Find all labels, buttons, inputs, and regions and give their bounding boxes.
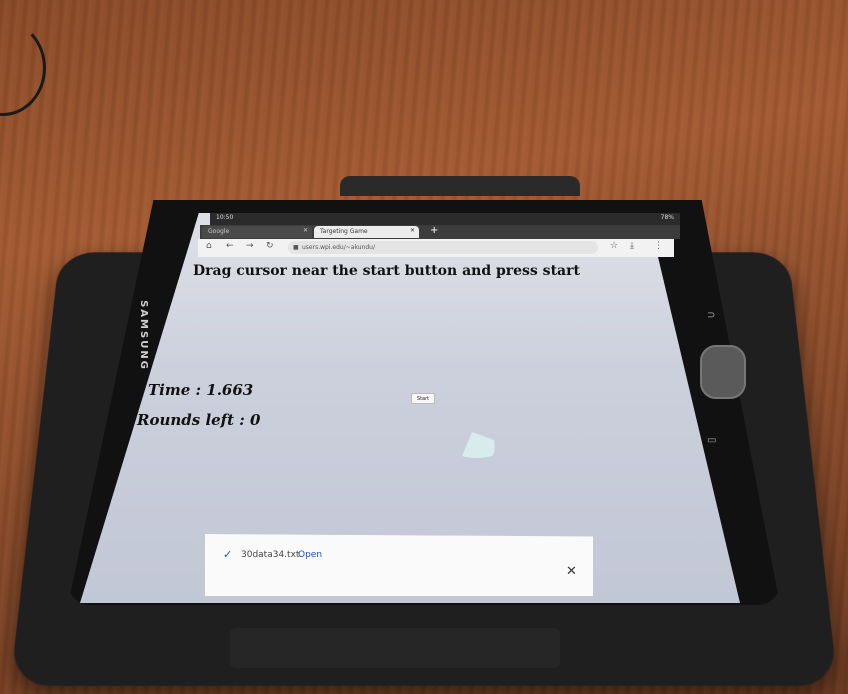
reload-icon[interactable]: ↻ [266, 241, 274, 251]
download-complete-icon: ✓ [223, 548, 233, 561]
close-icon[interactable]: ✕ [303, 227, 308, 234]
rounds-left-readout: Rounds left : 0 [137, 411, 261, 429]
tab-targeting-game[interactable]: Targeting Game ✕ [314, 226, 419, 238]
address-bar[interactable]: ■ users.wpi.edu/~akundu/ [288, 241, 598, 254]
home-icon[interactable]: ⌂ [206, 241, 212, 251]
new-tab-button[interactable]: + [430, 225, 438, 236]
case-handle-bottom [230, 628, 560, 668]
download-filename: 30data34.txt. [241, 550, 303, 560]
recent-apps-icon[interactable]: ⊃ [707, 310, 721, 324]
star-icon[interactable]: ☆ [610, 241, 618, 251]
forward-arrow-icon[interactable]: → [246, 241, 254, 251]
download-icon[interactable]: ⤓ [630, 241, 634, 251]
browser-tab-bar: Google ✕ Targeting Game ✕ + [200, 225, 680, 239]
close-icon[interactable]: ✕ [410, 227, 415, 234]
brand-label: SAMSUNG [137, 300, 149, 371]
case-handle-top [340, 176, 580, 196]
browser-toolbar: ⌂ ← → ↻ ■ users.wpi.edu/~akundu/ ☆ ⤓ ⋮ [198, 239, 674, 257]
tab-label: Targeting Game [320, 228, 368, 235]
target-shape [462, 432, 495, 458]
page-instruction: Drag cursor near the start button and pr… [193, 263, 580, 279]
target-wedge[interactable] [458, 430, 498, 462]
battery-indicator: 78% [660, 214, 674, 221]
status-bar: 10:50 78% [210, 213, 680, 225]
url-text: users.wpi.edu/~akundu/ [302, 244, 375, 251]
tab-label: Google [208, 228, 230, 235]
menu-icon[interactable]: ⋮ [654, 241, 663, 251]
lock-icon: ■ [293, 244, 299, 251]
time-readout: Time : 1.663 [148, 381, 254, 399]
download-notification: ✓ 30data34.txt. Open ✕ [205, 534, 593, 596]
back-icon[interactable]: ▭ [707, 435, 721, 449]
status-time: 10:50 [216, 214, 234, 221]
home-button[interactable] [700, 345, 746, 399]
back-arrow-icon[interactable]: ← [226, 241, 234, 251]
tab-google[interactable]: Google ✕ [202, 226, 312, 238]
close-icon[interactable]: ✕ [566, 564, 577, 579]
open-download-link[interactable]: Open [298, 550, 322, 560]
start-button[interactable]: Start [411, 393, 435, 404]
